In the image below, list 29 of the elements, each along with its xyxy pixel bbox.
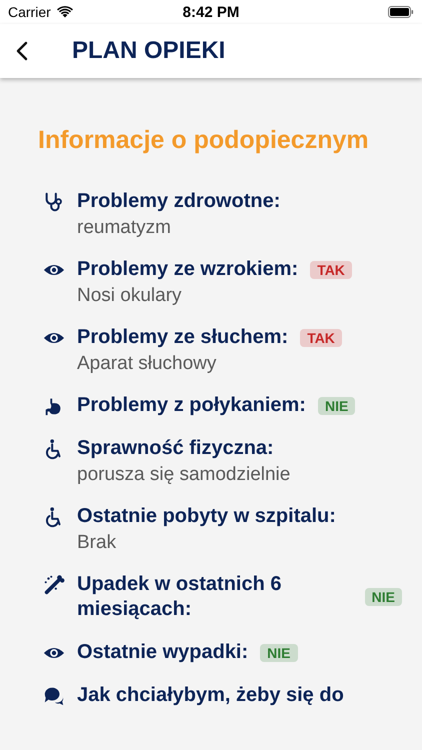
answer-tag: TAK: [300, 328, 342, 346]
field-label: Ostatnie wypadki:: [77, 640, 248, 665]
answer-tag: NIE: [318, 396, 356, 414]
field-label: Sprawność fizyczna:: [77, 436, 274, 461]
field-label: Problemy zdrowotne:: [77, 189, 280, 214]
field-label: Problemy ze wzrokiem:: [77, 257, 298, 282]
field-value: Aparat słuchowy: [77, 353, 218, 375]
answer-tag: NIE: [260, 644, 298, 662]
chat-icon: [43, 685, 65, 707]
back-icon: [16, 41, 28, 61]
field-value: porusza się samodzielnie: [77, 464, 290, 486]
section-title: Informacje o podopiecznym: [38, 126, 370, 155]
field-value: Nosi okulary: [77, 285, 183, 307]
page-title: PLAN OPIEKI: [72, 37, 226, 65]
field-value: reumatyzm: [77, 217, 172, 239]
bone-icon: [43, 574, 65, 596]
field-label: Jak chciałybym, żeby się do: [77, 683, 344, 708]
status-time: 8:42 PM: [182, 4, 240, 20]
field-label: Problemy z połykaniem:: [77, 393, 306, 418]
field-label: Upadek w ostatnich 6 miesiącach:: [77, 572, 282, 622]
stethoscope-icon: [43, 191, 65, 213]
wifi-icon: [56, 6, 73, 18]
field-label: Ostatnie pobyty w szpitalu:: [77, 504, 336, 529]
field-label: Problemy ze słuchem:: [77, 325, 288, 350]
field-value: Brak: [77, 532, 118, 554]
battery-icon: [388, 6, 414, 18]
answer-tag: TAK: [310, 260, 352, 278]
carrier-label: Carrier: [8, 4, 51, 20]
answer-tag: NIE: [364, 588, 402, 606]
